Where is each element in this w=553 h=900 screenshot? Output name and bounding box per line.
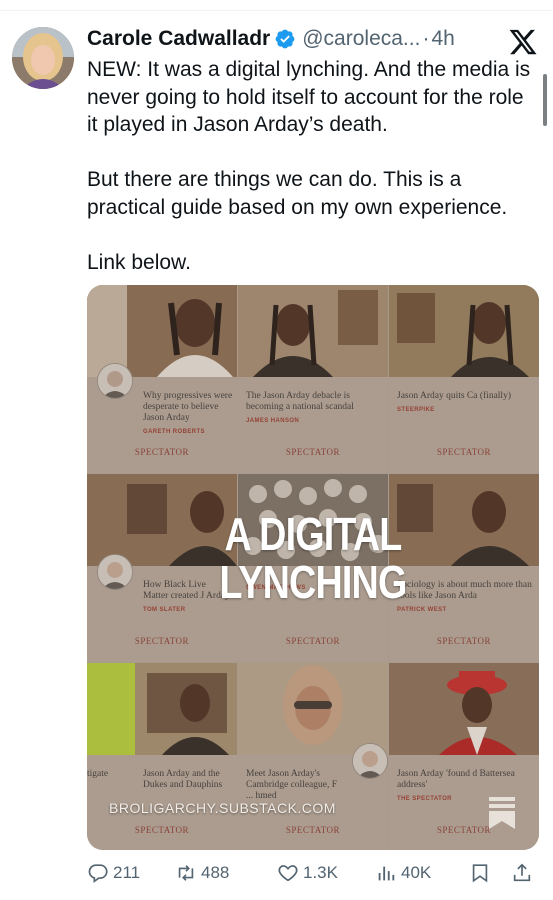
views-count: 40K [401, 863, 432, 882]
repost-count: 488 [201, 863, 230, 882]
link-domain[interactable]: BROLIGARCHY.SUBSTACK.COM [109, 800, 336, 816]
repost-icon [178, 865, 194, 881]
image-headline: A DIGITAL LYNCHING [128, 510, 499, 606]
reply-count: 211 [113, 863, 141, 882]
tweet-header: Carole Cadwalladr @caroleca... · 4h [87, 24, 487, 54]
top-divider [0, 10, 553, 11]
share-button[interactable] [511, 862, 533, 884]
share-icon [513, 863, 531, 882]
repost-button[interactable]: 488 [175, 862, 229, 884]
verified-badge-icon [275, 29, 295, 49]
heart-icon [278, 865, 298, 882]
like-button[interactable]: 1.3K [277, 862, 338, 884]
author-handle[interactable]: @caroleca... [302, 27, 420, 51]
link-card-image[interactable]: Why progressives were desperate to belie… [87, 285, 539, 850]
avatar[interactable] [12, 27, 74, 89]
action-bar: 211 488 1.3K 40K [87, 858, 537, 888]
views-chart-icon [378, 866, 395, 881]
bookmark-button[interactable] [469, 862, 491, 884]
substack-logo-icon [489, 797, 515, 829]
headline-line-2: LYNCHING [219, 556, 408, 608]
post-time[interactable]: 4h [431, 27, 454, 51]
scrollbar[interactable] [543, 74, 547, 126]
headline-line-1: A DIGITAL [224, 508, 402, 560]
author-name[interactable]: Carole Cadwalladr [87, 27, 270, 51]
reply-icon [88, 864, 108, 883]
x-logo-icon [509, 29, 537, 55]
views-button[interactable]: 40K [375, 862, 431, 884]
bookmark-icon [472, 864, 488, 883]
dot-separator: · [422, 27, 430, 50]
reply-button[interactable]: 211 [87, 862, 140, 884]
like-count: 1.3K [303, 863, 338, 882]
tweet-text: NEW: It was a digital lynching. And the … [87, 58, 531, 274]
